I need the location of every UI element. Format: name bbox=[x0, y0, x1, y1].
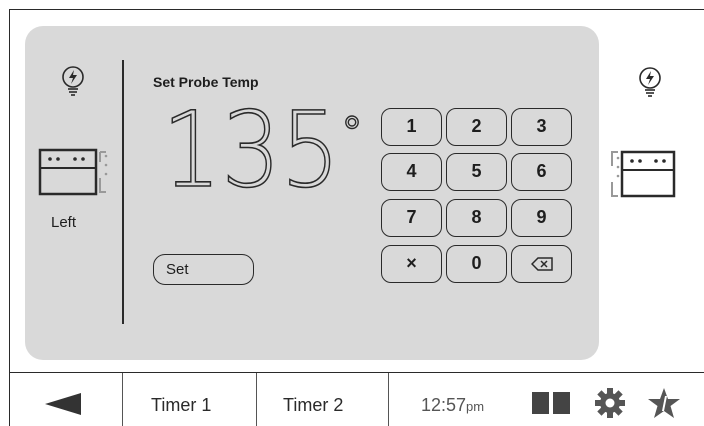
degree-symbol: ° bbox=[342, 110, 362, 156]
oven-icon[interactable] bbox=[38, 148, 110, 208]
key-5[interactable]: 5 bbox=[446, 153, 507, 191]
clock-time: 12:57pm bbox=[421, 395, 484, 416]
bottom-bar: Timer 1 Timer 2 12:57pm bbox=[9, 372, 704, 426]
oven-label-left: Left bbox=[51, 214, 77, 231]
key-8[interactable]: 8 bbox=[446, 199, 507, 237]
gear-icon[interactable] bbox=[595, 388, 625, 418]
light-bulb-icon[interactable] bbox=[60, 65, 86, 97]
temperature-display: 135 ° bbox=[162, 100, 363, 200]
oven-icon[interactable] bbox=[610, 150, 680, 205]
tab-timer-2[interactable]: Timer 2 bbox=[256, 373, 388, 426]
key-6[interactable]: 6 bbox=[511, 153, 572, 191]
key-clear[interactable]: × bbox=[381, 245, 442, 283]
divider bbox=[122, 60, 124, 324]
light-bulb-icon[interactable] bbox=[637, 66, 663, 98]
key-2[interactable]: 2 bbox=[446, 108, 507, 146]
set-button[interactable]: Set bbox=[153, 254, 254, 285]
key-9[interactable]: 9 bbox=[511, 199, 572, 237]
key-4[interactable]: 4 bbox=[381, 153, 442, 191]
back-arrow-icon bbox=[45, 393, 81, 415]
backspace-icon bbox=[530, 257, 553, 271]
tab-timer-1[interactable]: Timer 1 bbox=[122, 373, 256, 426]
clock-hours: 12:57 bbox=[421, 395, 467, 415]
back-button[interactable] bbox=[9, 373, 122, 426]
key-7[interactable]: 7 bbox=[381, 199, 442, 237]
key-backspace[interactable] bbox=[511, 245, 572, 283]
star-icon[interactable] bbox=[647, 387, 681, 419]
split-view-icon[interactable] bbox=[532, 392, 570, 414]
key-3[interactable]: 3 bbox=[511, 108, 572, 146]
timer-1-label: Timer 1 bbox=[151, 395, 212, 415]
key-0[interactable]: 0 bbox=[446, 245, 507, 283]
clock-suffix: pm bbox=[466, 399, 485, 414]
clock: 12:57pm bbox=[388, 373, 704, 426]
timer-2-label: Timer 2 bbox=[283, 395, 344, 415]
key-1[interactable]: 1 bbox=[381, 108, 442, 146]
page-title: Set Probe Temp bbox=[153, 74, 259, 90]
temperature-value: 135 bbox=[162, 100, 340, 200]
